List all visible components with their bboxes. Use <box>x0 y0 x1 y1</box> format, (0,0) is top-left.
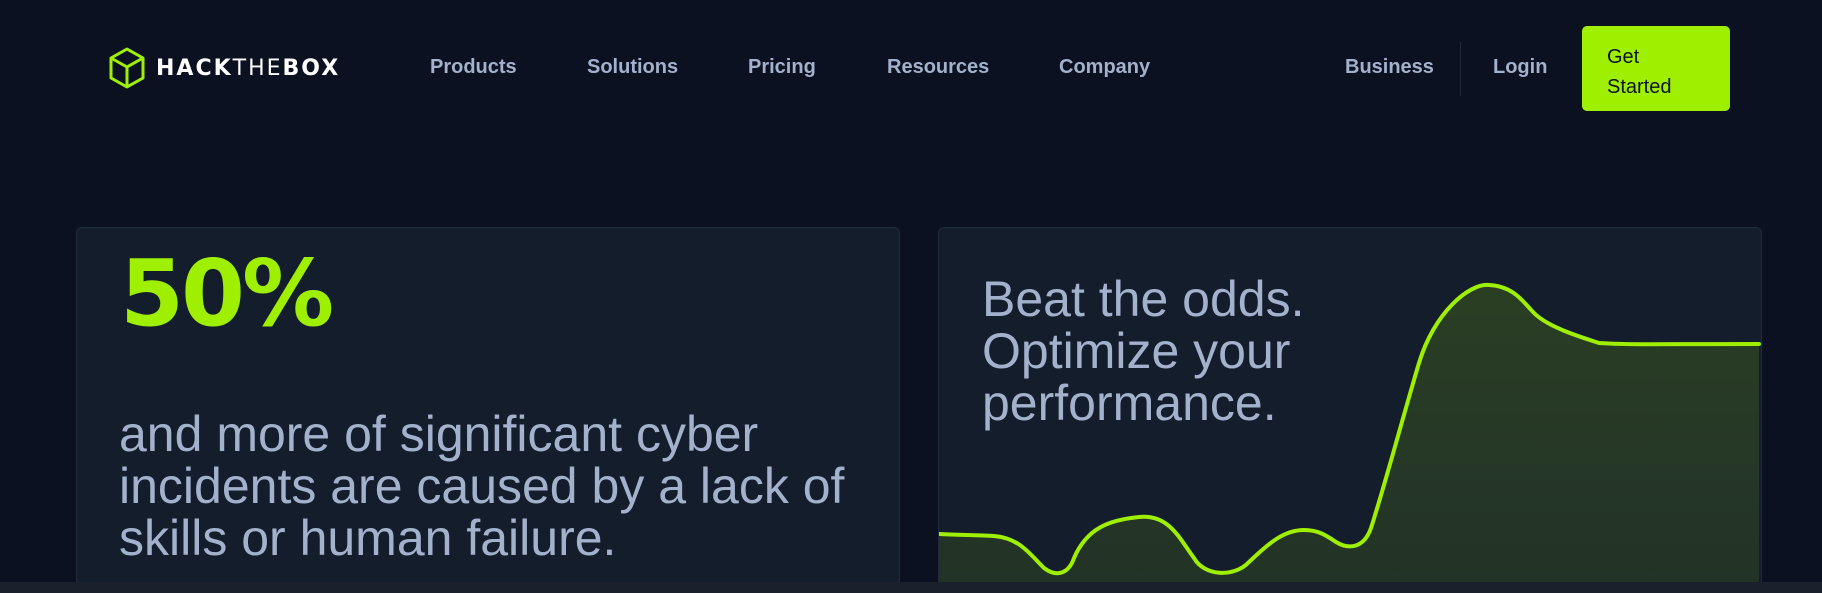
nav-item-business[interactable]: Business <box>1345 56 1434 79</box>
logo-text-box: BOX <box>282 55 341 81</box>
nav-item-resources[interactable]: Resources <box>887 56 989 79</box>
stat-card: 50% and more of significant cyber incide… <box>76 227 900 593</box>
nav-item-solutions[interactable]: Solutions <box>587 56 678 79</box>
logo-wordmark: HACKTHEBOX <box>156 56 340 81</box>
logo-link[interactable]: HACKTHEBOX <box>108 47 340 89</box>
performance-heading: Beat the odds. Optimize your performance… <box>982 271 1305 431</box>
logo-text-the: THE <box>232 55 283 81</box>
page: HACKTHEBOX Products Solutions Pricing Re… <box>0 0 1822 593</box>
performance-card: Beat the odds. Optimize your performance… <box>938 227 1762 593</box>
cube-icon <box>108 47 146 89</box>
nav-divider <box>1460 42 1461 96</box>
bottom-edge-bar <box>0 582 1822 593</box>
nav-item-products[interactable]: Products <box>430 56 517 79</box>
stat-value: 50% <box>120 240 334 347</box>
login-link[interactable]: Login <box>1493 56 1547 79</box>
nav-item-company[interactable]: Company <box>1059 56 1150 79</box>
stat-description: and more of significant cyber incidents … <box>119 406 845 566</box>
get-started-button[interactable]: Get Started <box>1582 26 1730 111</box>
logo-text-hack: HACK <box>156 55 233 81</box>
top-navigation: HACKTHEBOX Products Solutions Pricing Re… <box>0 0 1822 140</box>
nav-item-pricing[interactable]: Pricing <box>748 56 816 79</box>
